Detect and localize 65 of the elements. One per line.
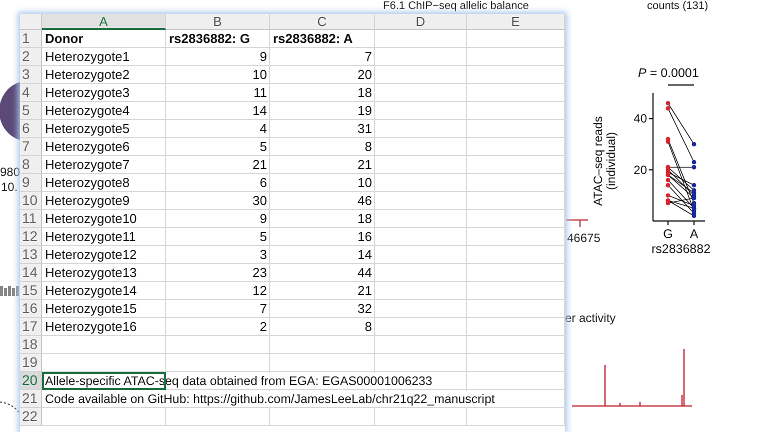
table-cell-text: Heterozygote15	[44, 300, 138, 318]
table-cell-text: 14	[252, 102, 268, 120]
table-cell-text: 30	[252, 192, 268, 210]
value-label: 10.	[1, 181, 18, 194]
table-cell-text: 18	[356, 84, 373, 102]
table-cell-text: Heterozygote11	[44, 228, 137, 246]
table-cell-text: 5	[258, 138, 268, 156]
header-cell-text: Donor	[44, 30, 84, 48]
table-cell-text: Heterozygote7	[44, 156, 131, 174]
table-cell-text: 18	[356, 210, 373, 228]
value-label: 980	[0, 166, 20, 179]
table-cell-text: 8	[364, 138, 373, 156]
table-cell-text: Heterozygote6	[44, 138, 131, 156]
tick-label: 20	[634, 162, 647, 177]
table-cell-text: 9	[258, 210, 268, 228]
table-cell-text: 16	[356, 228, 373, 246]
header-cell-text: rs2836882: G	[168, 30, 251, 48]
table-cell-text: 32	[356, 300, 373, 318]
panel-title: F6.1 ChIP−seq allelic balance	[383, 0, 529, 13]
tick-label: A	[690, 227, 698, 241]
axis-label: rs2836882	[651, 242, 711, 256]
table-cell-text: 21	[356, 282, 373, 300]
table-cell-text: 3	[258, 246, 268, 264]
table-cell-text: Heterozygote4	[44, 102, 131, 120]
table-cell-text: 2	[258, 318, 268, 336]
table-cell-text: Heterozygote12	[44, 246, 138, 264]
table-cell-text: Heterozygote2	[44, 66, 131, 84]
table-cell-text: Heterozygote5	[44, 120, 131, 138]
table-cell-text: Heterozygote1	[44, 48, 131, 66]
table-cell-text: 46	[356, 192, 373, 210]
table-cell-text: Heterozygote16	[44, 318, 138, 336]
table-cell-text: 20	[356, 66, 373, 84]
note-text: Code available on GitHub: https://github.com/JamesLeeLab/chr21q22_manuscript	[45, 391, 495, 407]
table-cell-text: 5	[258, 228, 268, 246]
table-cell-text: 23	[252, 264, 268, 282]
table-cell-text: 8	[364, 318, 373, 336]
table-cell-text: 31	[356, 120, 373, 138]
table-cell-text: Heterozygote8	[44, 174, 131, 192]
table-cell-text: Heterozygote3	[44, 84, 131, 102]
table-cell-text: Heterozygote9	[44, 192, 131, 210]
table-cell-text: Heterozygote14	[44, 282, 138, 300]
table-cell-text: 12	[252, 282, 268, 300]
table-cell-text: 21	[356, 156, 373, 174]
p-value-label: P = 0.0001	[638, 66, 699, 80]
table-cell-text: 9	[258, 48, 268, 66]
table-cell-text: Heterozygote13	[44, 264, 138, 282]
table-cell-text: 6	[258, 174, 268, 192]
table-cell-text: 10	[252, 66, 268, 84]
table-cell-text: 14	[356, 246, 373, 264]
coordinate-label: 46675	[567, 232, 600, 245]
axis-label: ATAC–seq reads (individual)	[592, 115, 618, 208]
tick-label: 40	[634, 112, 647, 126]
table-cell-text: Heterozygote10	[44, 210, 138, 228]
axis-label: counts (131)	[647, 0, 708, 13]
table-cell-text: 19	[356, 102, 373, 120]
table-cell-text: 7	[364, 48, 373, 66]
table-cell-text: 11	[252, 84, 268, 102]
table-cell-text: 21	[252, 156, 268, 174]
tick-label: G	[663, 227, 673, 241]
table-cell-text: 44	[356, 264, 373, 282]
table-cell-text: 7	[258, 300, 268, 318]
table-cell-text: 10	[356, 174, 373, 192]
table-cell-text: 4	[258, 120, 268, 138]
header-cell-text: rs2836882: A	[272, 30, 354, 48]
panel-title: er activity	[565, 312, 616, 325]
